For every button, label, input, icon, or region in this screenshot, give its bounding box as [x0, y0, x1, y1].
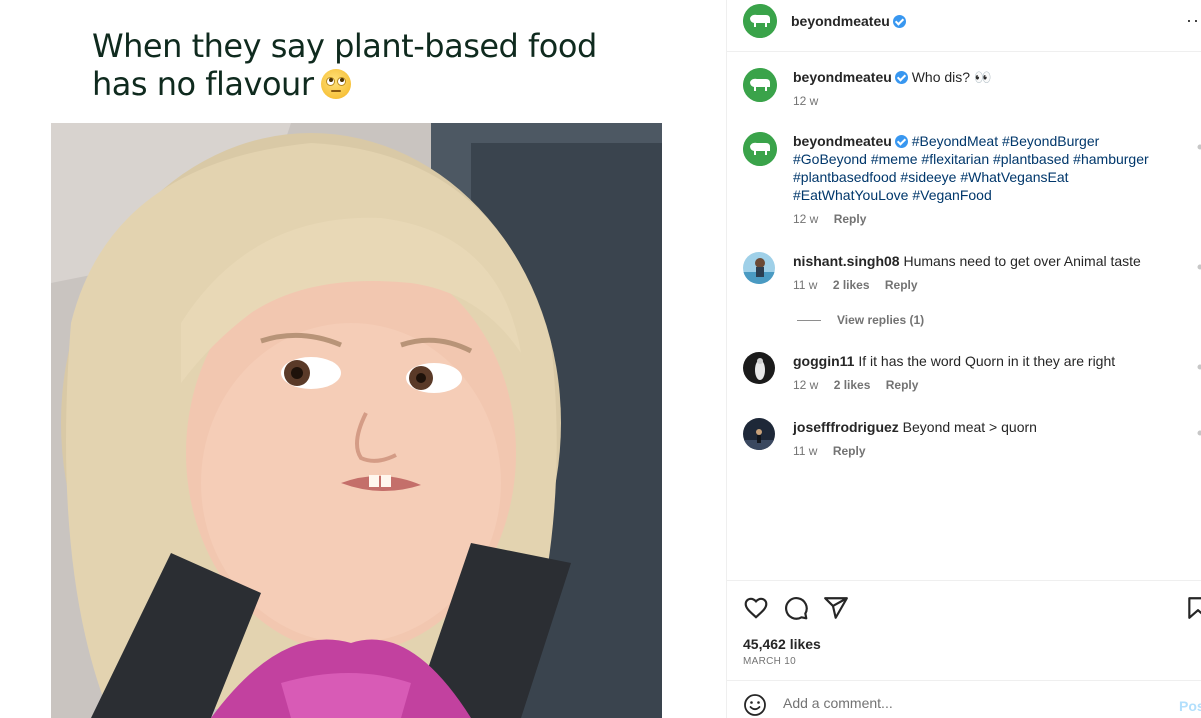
beyond-meat-logo-icon	[743, 68, 777, 102]
beyond-meat-logo-icon	[743, 4, 777, 38]
meme-caption: When they say plant-based food has no fl…	[92, 27, 692, 103]
post-actions: 45,462 likes MARCH 10	[727, 580, 1201, 680]
beyond-meat-avatar[interactable]	[743, 132, 777, 166]
comment-text: Humans need to get over Animal taste	[903, 253, 1141, 269]
bookmark-icon[interactable]	[1185, 595, 1201, 621]
verified-badge-icon	[894, 135, 908, 148]
add-comment-bar: Post	[727, 680, 1201, 718]
comment-body: beyondmeateu Who dis? 👀 12 w	[793, 68, 1173, 110]
comment-body: josefffrodriguez Beyond meat > quorn 11 …	[793, 418, 1173, 460]
comment-username[interactable]: josefffrodriguez	[793, 419, 899, 435]
comment-text: Who dis? 👀	[911, 69, 992, 85]
reply-button[interactable]: Reply	[833, 444, 866, 458]
user-avatar[interactable]	[743, 418, 775, 450]
comment-bubble-icon[interactable]	[783, 595, 809, 621]
avatar-photo-icon	[743, 352, 775, 384]
paper-plane-icon[interactable]	[823, 595, 849, 621]
comment-input[interactable]	[783, 689, 1163, 717]
side-eye-girl-image	[51, 123, 662, 718]
comment-likes[interactable]: 2 likes	[834, 378, 871, 392]
comment-meta: 12 w	[793, 92, 1173, 110]
comment-body: goggin11 If it has the word Quorn in it …	[793, 352, 1173, 394]
comment-username[interactable]: beyondmeateu	[793, 69, 892, 85]
comment-meta: 12 w Reply	[793, 210, 1173, 228]
comment-time: 11 w	[793, 444, 818, 458]
eye-roll-emoji-icon	[321, 69, 352, 99]
post-media: When they say plant-based food has no fl…	[0, 0, 726, 718]
comment-body: beyondmeateu #BeyondMeat #BeyondBurger #…	[793, 132, 1173, 228]
meme-caption-line1: When they say plant-based food	[92, 27, 597, 65]
beyond-meat-avatar[interactable]	[743, 4, 777, 38]
comment-meta: 12 w 2 likes Reply	[793, 376, 1173, 394]
post-comment-button[interactable]: Post	[1179, 698, 1201, 714]
comment-time: 12 w	[793, 212, 819, 226]
comment-text: If it has the word Quorn in it they are …	[858, 353, 1116, 369]
smiley-icon[interactable]	[743, 693, 767, 717]
beyond-meat-avatar[interactable]	[743, 68, 777, 102]
header-user: beyondmeateu	[791, 13, 906, 31]
post-side-panel: beyondmeateu ··· beyondmeateu Who dis? 👀…	[726, 0, 1201, 718]
user-avatar[interactable]	[743, 352, 775, 384]
meme-caption-line2-text: has no flavour	[92, 65, 314, 103]
reply-button[interactable]: Reply	[885, 278, 918, 292]
avatar-photo-icon	[743, 418, 775, 450]
more-options-icon[interactable]: ···	[1186, 10, 1201, 31]
comment-username[interactable]: beyondmeateu	[793, 133, 892, 149]
comment-time: 12 w	[793, 94, 819, 108]
heart-icon[interactable]	[743, 595, 769, 621]
comment-like-heart-icon[interactable]	[1197, 364, 1201, 370]
comment-body: nishant.singh08 Humans need to get over …	[793, 252, 1173, 294]
comment-likes[interactable]: 2 likes	[833, 278, 870, 292]
comment-username[interactable]: goggin11	[793, 353, 854, 369]
comment-time: 11 w	[793, 278, 818, 292]
avatar-photo-icon	[743, 252, 775, 284]
post-date: MARCH 10	[743, 656, 796, 667]
reply-button[interactable]: Reply	[834, 212, 867, 226]
comment-meta: 11 w 2 likes Reply	[793, 276, 1173, 294]
comment-time: 12 w	[793, 378, 819, 392]
comment-like-heart-icon[interactable]	[1197, 144, 1201, 150]
meme-caption-line2: has no flavour	[92, 65, 692, 103]
view-replies-button[interactable]: View replies (1)	[797, 313, 924, 327]
comment-like-heart-icon[interactable]	[1197, 264, 1201, 270]
verified-badge-icon	[894, 71, 908, 84]
verified-badge-icon	[892, 15, 906, 28]
comments-list: beyondmeateu Who dis? 👀 12 w beyondmeate…	[727, 52, 1201, 580]
reply-button[interactable]: Reply	[886, 378, 919, 392]
post-header: beyondmeateu ···	[727, 0, 1201, 52]
comment-like-heart-icon[interactable]	[1197, 430, 1201, 436]
comment-meta: 11 w Reply	[793, 442, 1173, 460]
header-username[interactable]: beyondmeateu	[791, 13, 890, 29]
comment-text: Beyond meat > quorn	[902, 419, 1037, 435]
likes-count[interactable]: 45,462 likes	[743, 636, 821, 652]
comment-username[interactable]: nishant.singh08	[793, 253, 900, 269]
beyond-meat-logo-icon	[743, 132, 777, 166]
meme-photo[interactable]	[51, 123, 662, 718]
user-avatar[interactable]	[743, 252, 775, 284]
